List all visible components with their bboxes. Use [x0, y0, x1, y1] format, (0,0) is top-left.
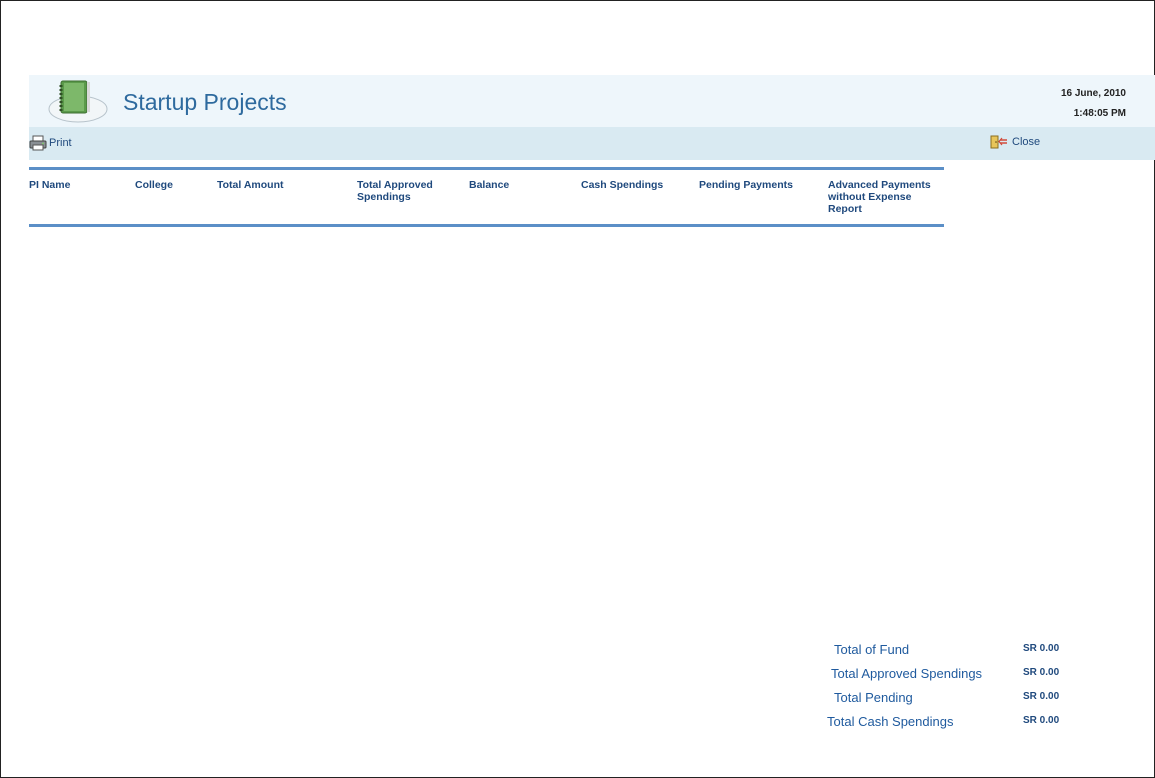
- total-value: SR 0.00: [1023, 715, 1060, 726]
- col-header-college: College: [135, 179, 173, 191]
- total-value: SR 0.00: [1023, 643, 1060, 654]
- col-header-pi-name: PI Name: [29, 179, 71, 191]
- table-header-row: PI Name College Total Amount Total Appro…: [29, 170, 944, 224]
- col-header-advanced-payments: Advanced Payments without Expense Report: [828, 179, 931, 215]
- print-label: Print: [49, 137, 72, 149]
- total-row: Total Pending SR 0.00: [825, 687, 1065, 711]
- total-row: Total Cash Spendings SR 0.00: [825, 711, 1065, 735]
- report-datetime: 16 June, 2010 1:48:05 PM: [1061, 84, 1126, 124]
- total-value: SR 0.00: [1023, 691, 1060, 702]
- total-row: Total of Fund SR 0.00: [825, 639, 1065, 663]
- toolbar: Print Close: [29, 127, 1155, 160]
- col-header-cash-spendings: Cash Spendings: [581, 179, 664, 191]
- col-header-pending-payments: Pending Payments: [699, 179, 793, 191]
- notebook-icon: [48, 80, 108, 123]
- report-time: 1:48:05 PM: [1073, 108, 1126, 119]
- col-header-total-approved-spendings: Total Approved Spendings: [357, 179, 433, 203]
- total-label: Total Approved Spendings: [831, 666, 983, 681]
- report-table: PI Name College Total Amount Total Appro…: [29, 167, 944, 227]
- total-label: Total Cash Spendings: [827, 714, 954, 729]
- report-window: Startup Projects 16 June, 2010 1:48:05 P…: [0, 0, 1155, 778]
- total-label: Total Pending: [834, 690, 913, 705]
- total-label: Total of Fund: [834, 642, 910, 657]
- col-header-balance: Balance: [469, 179, 510, 191]
- total-value: SR 0.00: [1023, 667, 1060, 678]
- report-date: 16 June, 2010: [1060, 88, 1126, 99]
- printer-icon: [29, 135, 47, 151]
- totals-summary: Total of Fund SR 0.00 Total Approved Spe…: [825, 639, 1065, 735]
- total-row: Total Approved Spendings SR 0.00: [825, 663, 1065, 687]
- col-header-total-amount: Total Amount: [217, 179, 284, 191]
- close-label: Close: [1012, 136, 1041, 148]
- page-title: Startup Projects: [123, 89, 287, 115]
- close-button[interactable]: Close: [990, 135, 1040, 149]
- print-button[interactable]: Print: [29, 135, 72, 151]
- report-header: Startup Projects 16 June, 2010 1:48:05 P…: [29, 75, 1155, 127]
- close-door-icon: [990, 135, 1007, 149]
- table-bottom-rule: [29, 224, 944, 227]
